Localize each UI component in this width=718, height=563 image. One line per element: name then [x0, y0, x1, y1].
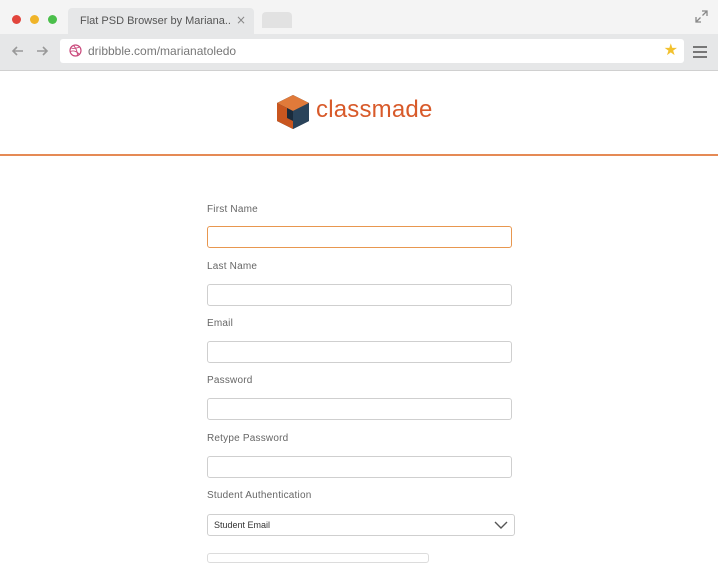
last-name-label: Last Name: [207, 261, 258, 272]
select-value: Student Email: [214, 520, 271, 530]
header-divider: [0, 154, 718, 156]
last-name-input[interactable]: [207, 284, 512, 306]
browser-toolbar: dribbble.com/marianatoledo ★: [0, 34, 718, 71]
brand-logo: classmade: [276, 92, 476, 132]
hamburger-menu-icon[interactable]: [693, 46, 707, 58]
address-bar[interactable]: dribbble.com/marianatoledo ★: [60, 39, 684, 63]
arrow-left-icon[interactable]: [11, 44, 25, 58]
star-icon[interactable]: ★: [664, 41, 678, 61]
first-name-label: First Name: [207, 204, 258, 215]
maximize-window-button[interactable]: [48, 15, 57, 24]
dribbble-icon: [69, 44, 82, 57]
new-tab-button[interactable]: [262, 12, 292, 28]
expand-icon[interactable]: [695, 10, 708, 23]
tab-title: Flat PSD Browser by Mariana..: [80, 15, 231, 27]
brand-name: classmade: [316, 96, 433, 123]
tab-close-icon[interactable]: ×: [236, 13, 246, 27]
student-authentication-label: Student Authentication: [207, 490, 312, 501]
password-label: Password: [207, 375, 253, 386]
cube-logo-icon: [277, 95, 309, 129]
partial-field: [207, 553, 429, 563]
url-text: dribbble.com/marianatoledo: [88, 44, 237, 58]
close-window-button[interactable]: [12, 15, 21, 24]
first-name-input[interactable]: [207, 226, 512, 248]
student-authentication-select[interactable]: Student Email: [207, 514, 515, 536]
minimize-window-button[interactable]: [30, 15, 39, 24]
browser-titlebar: Flat PSD Browser by Mariana.. ×: [0, 0, 718, 34]
retype-password-input[interactable]: [207, 456, 512, 478]
retype-password-label: Retype Password: [207, 433, 289, 444]
chevron-down-icon: [494, 521, 508, 529]
arrow-right-icon[interactable]: [35, 44, 49, 58]
password-input[interactable]: [207, 398, 512, 420]
browser-tab[interactable]: Flat PSD Browser by Mariana.. ×: [68, 8, 254, 34]
email-input[interactable]: [207, 341, 512, 363]
email-label: Email: [207, 318, 234, 329]
